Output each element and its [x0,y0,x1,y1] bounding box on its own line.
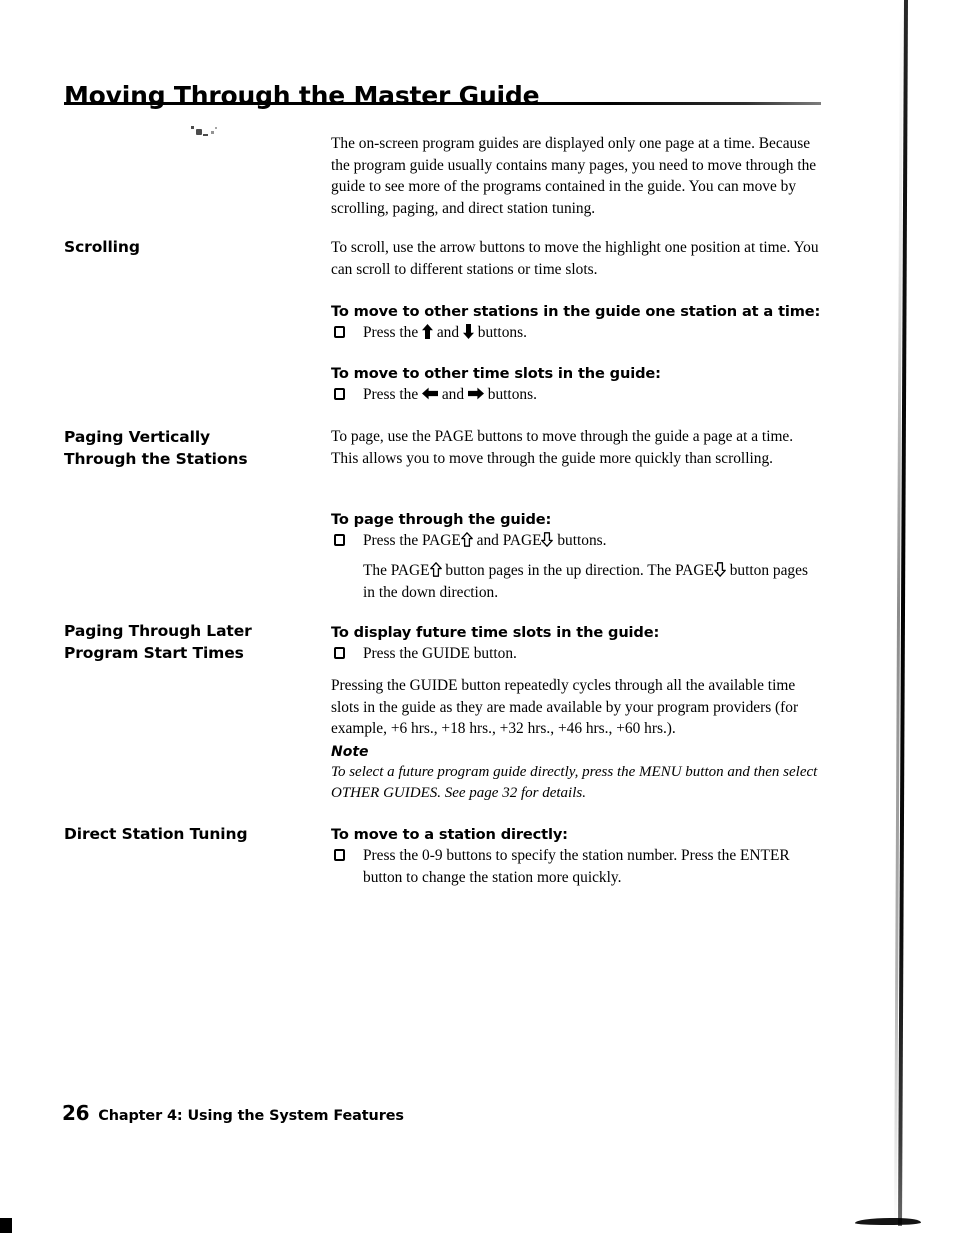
scrolling-stations-block: To move to other stations in the guide o… [331,302,823,344]
bullet-page-buttons: Press the PAGE and PAGE buttons. [331,530,823,552]
bullet-text-mid: and PAGE [472,532,542,549]
title-divider [64,102,821,105]
page-footer: 26 Chapter 4: Using the System Features [62,1101,404,1125]
paging-vertically-explain-block: The PAGE button pages in the up directio… [331,560,823,603]
bullet-guide-button-text: Press the GUIDE button. [363,645,517,662]
arrow-up-solid-icon [422,324,433,339]
checkbox-square-icon [334,388,345,400]
paging-later-steps-block: To display future time slots in the guid… [331,623,823,665]
bullet-text-pre: Press the [363,324,422,341]
bullet-move-stations: Press the and buttons. [331,322,823,344]
arrow-down-solid-icon [462,324,474,339]
bullet-page-buttons-text: Press the PAGE and PAGE buttons. [363,530,823,552]
section-heading-paging-later-line1: Paging Through Later [64,622,252,640]
footer-chapter-label: Chapter 4: Using the System Features [98,1108,404,1124]
scrolling-timeslots-block: To move to other time slots in the guide… [331,364,823,406]
arrow-left-solid-icon [422,387,438,400]
paging-vertically-body-text: To page, use the PAGE buttons to move th… [331,428,794,467]
arrow-right-solid-icon [467,387,484,400]
direct-tuning-steps-block: To move to a station directly: Press the… [331,825,823,888]
scan-corner-mark-artifact [0,1218,12,1233]
subheading-move-stations: To move to other stations in the guide o… [331,303,821,320]
paging-vertically-body-block: To page, use the PAGE buttons to move th… [331,426,823,469]
subheading-display-future-slots: To display future time slots in the guid… [331,624,660,641]
paging-later-body-text: Pressing the GUIDE button repeatedly cyc… [331,677,799,737]
section-heading-scrolling: Scrolling [64,236,326,258]
intro-paragraph-block: The on-screen program guides are display… [331,133,823,219]
arrow-down-outline-icon [714,562,726,577]
checkbox-square-icon [334,647,345,659]
explain-text-mid: button pages in the up direction. The PA… [441,562,714,579]
bullet-direct-tuning: Press the 0-9 buttons to specify the sta… [331,845,823,888]
bullet-text-pre: Press the [363,386,422,403]
scan-smudge-artifact [855,1218,921,1225]
section-heading-paging-vertically: Paging Vertically Through the Stations [64,426,326,470]
section-heading-paging-vertically-line1: Paging Vertically [64,428,211,446]
section-heading-paging-later: Paging Through Later Program Start Times [64,620,326,664]
page-title: Moving Through the Master Guide [64,80,540,110]
bullet-guide-button: Press the GUIDE button. [331,643,823,665]
bullet-move-timeslots: Press the and buttons. [331,384,823,406]
arrow-up-outline-icon [429,562,442,577]
subheading-move-station-directly: To move to a station directly: [331,826,568,843]
section-heading-direct-tuning-label: Direct Station Tuning [64,825,248,843]
section-heading-paging-later-line2: Program Start Times [64,644,244,662]
scanned-page: Moving Through the Master Guide The on-s… [0,0,954,1233]
bullet-text-pre: Press the PAGE [363,532,461,549]
bullet-text-post: buttons. [483,386,537,403]
scrolling-body-text: To scroll, use the arrow buttons to move… [331,239,819,278]
bullet-text-mid: and [433,324,463,341]
section-heading-scrolling-label: Scrolling [64,238,140,256]
checkbox-square-icon [334,326,345,338]
bullet-move-stations-text: Press the and buttons. [363,322,823,344]
bullet-direct-tuning-text: Press the 0-9 buttons to specify the sta… [363,847,790,886]
explain-text-pre: The PAGE [363,562,430,579]
note-body-text: To select a future program guide directl… [331,764,818,801]
arrow-up-outline-icon [460,532,473,547]
arrow-down-outline-icon [541,532,554,547]
checkbox-square-icon [334,534,345,546]
scan-speck-artifact [191,124,217,138]
paging-later-body-block: Pressing the GUIDE button repeatedly cyc… [331,675,823,740]
bullet-text-post: buttons. [553,532,607,549]
note-block: Note To select a future program guide di… [331,743,823,803]
subheading-page-through-guide: To page through the guide: [331,511,552,528]
checkbox-square-icon [334,849,345,861]
bullet-text-mid: and [438,386,468,403]
section-heading-paging-vertically-line2: Through the Stations [64,450,248,468]
bullet-text-post: buttons. [473,324,527,341]
subheading-move-timeslots: To move to other time slots in the guide… [331,365,661,382]
paging-vertically-steps-block: To page through the guide: Press the PAG… [331,510,823,552]
note-label: Note [331,744,369,760]
intro-text: The on-screen program guides are display… [331,135,817,217]
paging-direction-explanation: The PAGE button pages in the up directio… [331,560,823,603]
bullet-move-timeslots-text: Press the and buttons. [363,384,823,406]
footer-page-number: 26 [62,1101,90,1125]
section-heading-direct-tuning: Direct Station Tuning [64,823,326,845]
scrolling-body-block: To scroll, use the arrow buttons to move… [331,237,823,280]
